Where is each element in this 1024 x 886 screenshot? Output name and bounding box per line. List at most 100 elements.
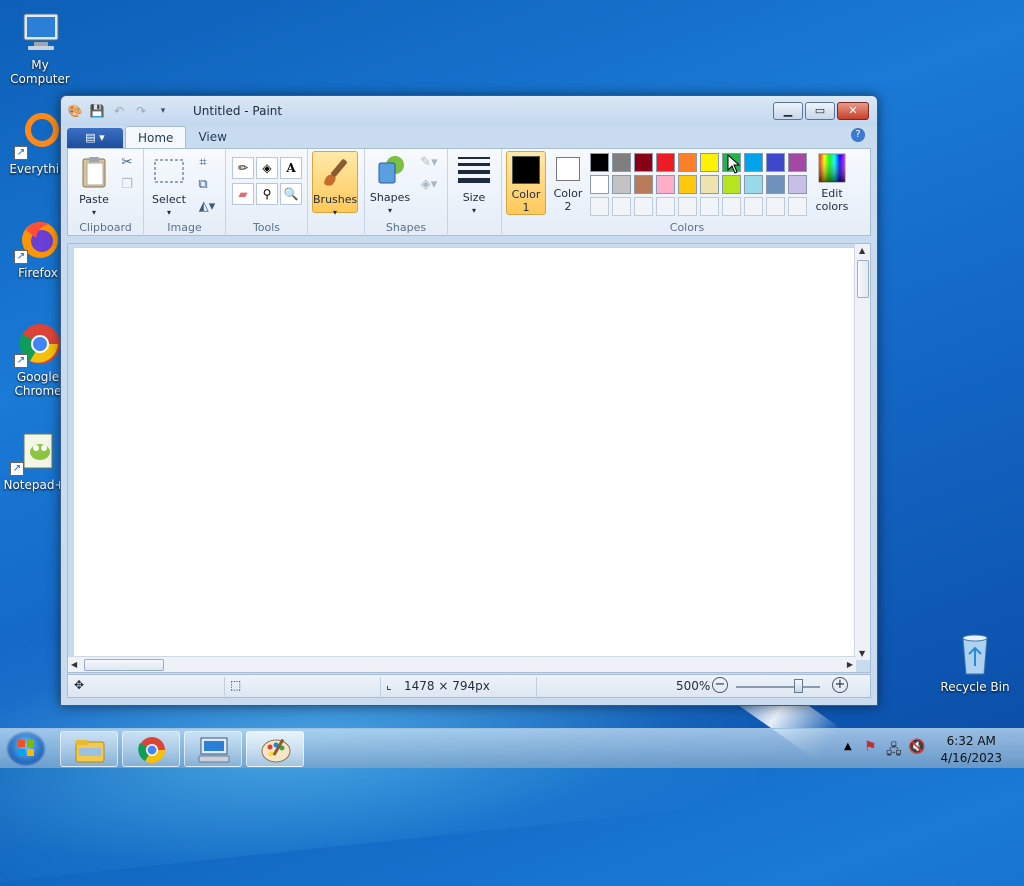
palette-swatch[interactable] (634, 153, 653, 172)
text-tool-icon[interactable]: A (280, 157, 302, 179)
size-button[interactable]: Size ▾ (454, 153, 494, 217)
palette-empty-swatch[interactable] (700, 197, 719, 216)
palette-swatch[interactable] (744, 153, 763, 172)
palette-empty-swatch[interactable] (634, 197, 653, 216)
save-icon[interactable]: 💾 (89, 103, 105, 119)
palette-empty-swatch[interactable] (656, 197, 675, 216)
palette-swatch[interactable] (766, 175, 785, 194)
color-picker-icon[interactable]: ⚲ (256, 183, 278, 205)
palette-swatch[interactable] (656, 153, 675, 172)
palette-empty-swatch[interactable] (722, 197, 741, 216)
horizontal-scroll-thumb[interactable] (84, 659, 164, 671)
palette-empty-swatch[interactable] (788, 197, 807, 216)
magnifier-icon[interactable]: 🔍 (280, 183, 302, 205)
brushes-button[interactable]: Brushes ▾ (312, 151, 358, 217)
windows-logo-icon (18, 740, 34, 756)
file-menu-button[interactable]: ▤ ▾ (67, 128, 123, 148)
rotate-icon[interactable]: ◭▾ (192, 197, 222, 219)
taskbar-chrome[interactable] (122, 731, 180, 767)
pencil-icon[interactable]: ✏ (232, 157, 254, 179)
palette-swatch[interactable] (656, 175, 675, 194)
outline-icon[interactable]: ✎▾ (415, 153, 443, 175)
palette-swatch[interactable] (678, 153, 697, 172)
crop-icon[interactable]: ⌗ (192, 153, 214, 175)
palette-swatch[interactable] (634, 175, 653, 194)
network-icon[interactable]: 🖧 (886, 739, 902, 763)
action-center-icon[interactable]: ⚑ (864, 739, 877, 755)
title-bar[interactable]: 🎨 💾 ↶ ↷ ▾ Untitled - Paint ▁ ▭ ✕ (61, 96, 877, 126)
start-button[interactable] (6, 731, 46, 767)
palette-swatch[interactable] (722, 175, 741, 194)
fill-icon[interactable]: ◈▾ (415, 175, 443, 197)
edit-colors-button[interactable]: Edit colors (810, 153, 854, 213)
palette-swatch[interactable] (788, 153, 807, 172)
desktop-icon-my-computer[interactable]: My Computer (0, 8, 80, 86)
paste-button[interactable]: Paste ▾ (74, 155, 114, 219)
zoom-out-button[interactable]: − (712, 677, 728, 693)
select-button[interactable]: Select ▾ (150, 155, 188, 219)
scroll-left-icon[interactable]: ◀ (71, 660, 77, 669)
palette-empty-swatch[interactable] (612, 197, 631, 216)
eraser-icon[interactable]: ▰ (232, 183, 254, 205)
scroll-down-icon[interactable]: ▼ (859, 649, 865, 658)
drawing-canvas[interactable] (74, 248, 856, 658)
palette-swatch[interactable] (744, 175, 763, 194)
palette-empty-swatch[interactable] (766, 197, 785, 216)
cut-icon[interactable]: ✂ (116, 153, 138, 175)
palette-swatch[interactable] (700, 175, 719, 194)
scroll-up-icon[interactable]: ▲ (859, 246, 865, 255)
vertical-scrollbar[interactable]: ▲ ▼ (854, 244, 870, 660)
undo-icon[interactable]: ↶ (111, 103, 127, 119)
vertical-scroll-thumb[interactable] (857, 260, 869, 298)
palette-swatch[interactable] (788, 175, 807, 194)
tab-view[interactable]: View (186, 126, 238, 148)
palette-swatch[interactable] (590, 175, 609, 194)
palette-empty-swatch[interactable] (744, 197, 763, 216)
zoom-slider-thumb[interactable] (794, 679, 803, 693)
taskbar-explorer[interactable] (60, 731, 118, 767)
color2-label: Color 2 (553, 187, 583, 213)
horizontal-scrollbar[interactable]: ◀ ▶ (68, 656, 856, 672)
palette-empty-swatch[interactable] (678, 197, 697, 216)
shortcut-arrow-icon: ↗ (14, 250, 28, 264)
keyboard-icon (198, 737, 230, 763)
mouse-cursor-icon (727, 154, 741, 174)
palette-swatch[interactable] (700, 153, 719, 172)
palette-swatch[interactable] (612, 153, 631, 172)
desktop-icon-recycle-bin[interactable]: Recycle Bin (935, 630, 1015, 694)
tab-home[interactable]: Home (125, 126, 187, 148)
color2-button[interactable]: Color 2 (550, 151, 586, 213)
clipboard-icon (77, 155, 111, 189)
shapes-button[interactable]: Shapes ▾ (369, 153, 411, 217)
clock[interactable]: 6:32 AM 4/16/2023 (940, 733, 1002, 767)
maximize-button[interactable]: ▭ (805, 102, 835, 120)
copy-icon[interactable]: ❐ (116, 175, 138, 197)
zoom-slider-track[interactable] (736, 686, 820, 688)
volume-muted-icon[interactable]: 🔇 (908, 739, 925, 755)
taskbar-remote-desktop[interactable] (184, 731, 242, 767)
help-icon[interactable]: ? (851, 128, 865, 142)
redo-icon[interactable]: ↷ (133, 103, 149, 119)
close-button[interactable]: ✕ (837, 102, 869, 120)
quick-access-toolbar: 🎨 💾 ↶ ↷ ▾ (67, 103, 171, 119)
palette-swatch[interactable] (678, 175, 697, 194)
everything-search-icon: ↗ (14, 112, 62, 160)
palette-swatch[interactable] (612, 175, 631, 194)
palette-swatch[interactable] (766, 153, 785, 172)
canvas-size-icon: ⌞ (386, 678, 392, 692)
resize-icon[interactable]: ⧉ (192, 175, 214, 197)
color1-button[interactable]: Color 1 (506, 151, 546, 215)
zoom-in-button[interactable]: + (832, 677, 848, 693)
customize-qat-icon[interactable]: ▾ (155, 103, 171, 119)
paint-app-icon[interactable]: 🎨 (67, 103, 83, 119)
palette-swatch[interactable] (590, 153, 609, 172)
edit-colors-label: Edit colors (815, 187, 849, 213)
palette-empty-swatch[interactable] (590, 197, 609, 216)
scroll-right-icon[interactable]: ▶ (847, 660, 853, 669)
chevron-down-icon: ▾ (91, 208, 96, 217)
taskbar-paint[interactable] (246, 731, 304, 767)
fill-bucket-icon[interactable]: ◈ (256, 157, 278, 179)
minimize-button[interactable]: ▁ (773, 102, 803, 120)
show-hidden-icons-icon[interactable]: ▲ (844, 741, 852, 752)
colors-group: Color 1 Color 2 Edit colors Colors (502, 149, 872, 237)
